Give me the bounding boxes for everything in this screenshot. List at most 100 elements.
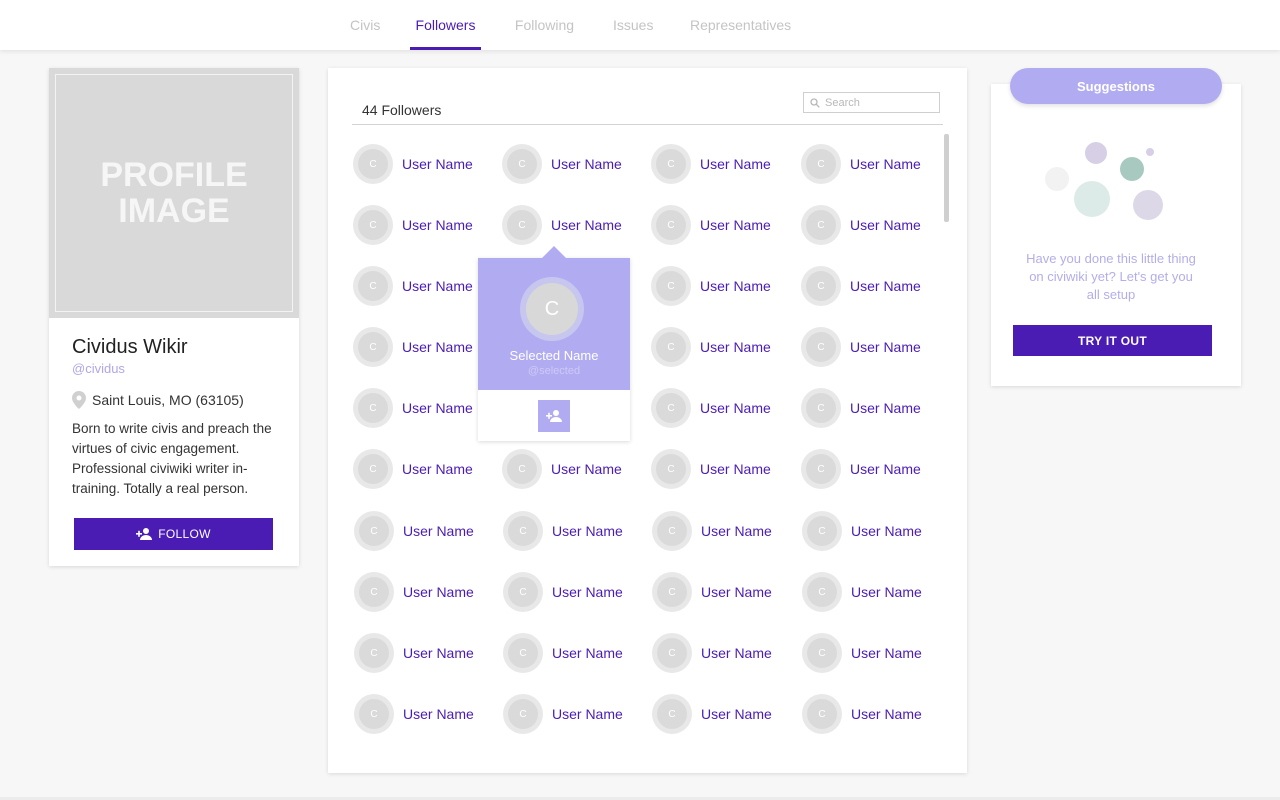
follower-name[interactable]: User Name — [851, 706, 922, 722]
avatar[interactable]: C — [502, 205, 542, 245]
follower-name[interactable]: User Name — [551, 461, 622, 477]
try-it-out-button[interactable]: TRY IT OUT — [1013, 325, 1212, 356]
avatar[interactable]: C — [801, 388, 841, 428]
avatar[interactable]: C — [651, 266, 691, 306]
follower-item[interactable]: C User Name — [801, 449, 941, 489]
avatar[interactable]: C — [354, 511, 394, 551]
tab-following[interactable]: Following — [514, 0, 575, 50]
follower-name[interactable]: User Name — [850, 400, 921, 416]
follower-item[interactable]: C User Name — [801, 266, 941, 306]
avatar[interactable]: C — [802, 633, 842, 673]
avatar[interactable]: C — [353, 327, 393, 367]
search-input[interactable] — [825, 96, 935, 109]
follower-item[interactable]: C User Name — [353, 449, 493, 489]
follower-item[interactable]: C User Name — [652, 572, 792, 612]
avatar[interactable]: C — [354, 694, 394, 734]
follower-item[interactable]: C User Name — [354, 511, 494, 551]
popover-name[interactable]: Selected Name — [478, 348, 630, 363]
follower-item[interactable]: C User Name — [651, 388, 791, 428]
avatar[interactable]: C — [502, 144, 542, 184]
follower-name[interactable]: User Name — [402, 156, 473, 172]
follower-name[interactable]: User Name — [552, 645, 623, 661]
follower-name[interactable]: User Name — [700, 278, 771, 294]
follower-item[interactable]: C User Name — [353, 266, 493, 306]
follower-name[interactable]: User Name — [552, 523, 623, 539]
avatar[interactable]: C — [652, 694, 692, 734]
follower-item[interactable]: C User Name — [801, 144, 941, 184]
avatar[interactable]: C — [353, 144, 393, 184]
avatar[interactable]: C — [651, 205, 691, 245]
follower-name[interactable]: User Name — [700, 461, 771, 477]
follower-name[interactable]: User Name — [701, 584, 772, 600]
follower-name[interactable]: User Name — [850, 278, 921, 294]
follower-name[interactable]: User Name — [701, 645, 772, 661]
follower-name[interactable]: User Name — [701, 706, 772, 722]
follower-name[interactable]: User Name — [700, 156, 771, 172]
avatar[interactable]: C — [801, 205, 841, 245]
follower-item[interactable]: C User Name — [802, 633, 942, 673]
follower-name[interactable]: User Name — [850, 156, 921, 172]
avatar[interactable]: C — [801, 327, 841, 367]
follower-item[interactable]: C User Name — [353, 205, 493, 245]
follower-name[interactable]: User Name — [851, 584, 922, 600]
follower-item[interactable]: C User Name — [353, 327, 493, 367]
follower-item[interactable]: C User Name — [802, 694, 942, 734]
follower-name[interactable]: User Name — [701, 523, 772, 539]
avatar[interactable]: C — [652, 511, 692, 551]
tab-representatives[interactable]: Representatives — [690, 0, 791, 50]
follower-item[interactable]: C User Name — [651, 266, 791, 306]
follower-name[interactable]: User Name — [402, 461, 473, 477]
follower-name[interactable]: User Name — [403, 706, 474, 722]
avatar[interactable]: C — [354, 572, 394, 612]
follower-item[interactable]: C User Name — [353, 144, 493, 184]
avatar[interactable]: C — [802, 511, 842, 551]
follower-name[interactable]: User Name — [700, 339, 771, 355]
follower-item[interactable]: C User Name — [651, 205, 791, 245]
follower-name[interactable]: User Name — [402, 217, 473, 233]
avatar[interactable]: C — [651, 388, 691, 428]
follower-name[interactable]: User Name — [851, 523, 922, 539]
follower-name[interactable]: User Name — [403, 523, 474, 539]
avatar[interactable]: C — [651, 144, 691, 184]
follower-item[interactable]: C User Name — [503, 694, 643, 734]
follower-item[interactable]: C User Name — [354, 694, 494, 734]
avatar[interactable]: C — [502, 449, 542, 489]
follower-item[interactable]: C User Name — [652, 633, 792, 673]
follower-name[interactable]: User Name — [552, 584, 623, 600]
profile-handle[interactable]: @cividus — [72, 361, 125, 376]
follower-item[interactable]: C User Name — [801, 388, 941, 428]
follower-item[interactable]: C User Name — [503, 511, 643, 551]
follower-name[interactable]: User Name — [850, 461, 921, 477]
follower-item[interactable]: C User Name — [652, 511, 792, 551]
follower-name[interactable]: User Name — [850, 339, 921, 355]
search-box[interactable] — [803, 92, 940, 113]
avatar[interactable]: C — [503, 511, 543, 551]
avatar[interactable]: C — [801, 266, 841, 306]
follower-name[interactable]: User Name — [700, 217, 771, 233]
tab-followers[interactable]: Followers — [410, 0, 481, 50]
follower-item[interactable]: C User Name — [503, 633, 643, 673]
avatar[interactable]: C — [354, 633, 394, 673]
avatar[interactable]: C — [801, 144, 841, 184]
avatar[interactable]: C — [802, 572, 842, 612]
follower-item[interactable]: C User Name — [502, 449, 642, 489]
follower-name[interactable]: User Name — [850, 217, 921, 233]
avatar[interactable]: C — [651, 449, 691, 489]
follower-name[interactable]: User Name — [402, 339, 473, 355]
follower-item[interactable]: C User Name — [801, 327, 941, 367]
follower-name[interactable]: User Name — [551, 217, 622, 233]
avatar[interactable]: C — [801, 449, 841, 489]
avatar[interactable]: C — [503, 572, 543, 612]
scrollbar[interactable] — [944, 134, 949, 222]
avatar[interactable]: C — [353, 449, 393, 489]
avatar[interactable]: C — [652, 633, 692, 673]
follower-item[interactable]: C User Name — [652, 694, 792, 734]
follower-name[interactable]: User Name — [700, 400, 771, 416]
avatar[interactable]: C — [652, 572, 692, 612]
avatar[interactable]: C — [353, 205, 393, 245]
avatar[interactable]: C — [353, 388, 393, 428]
follower-item[interactable]: C User Name — [503, 572, 643, 612]
avatar[interactable]: C — [802, 694, 842, 734]
follower-item[interactable]: C User Name — [801, 205, 941, 245]
follow-button[interactable]: FOLLOW — [74, 518, 273, 550]
